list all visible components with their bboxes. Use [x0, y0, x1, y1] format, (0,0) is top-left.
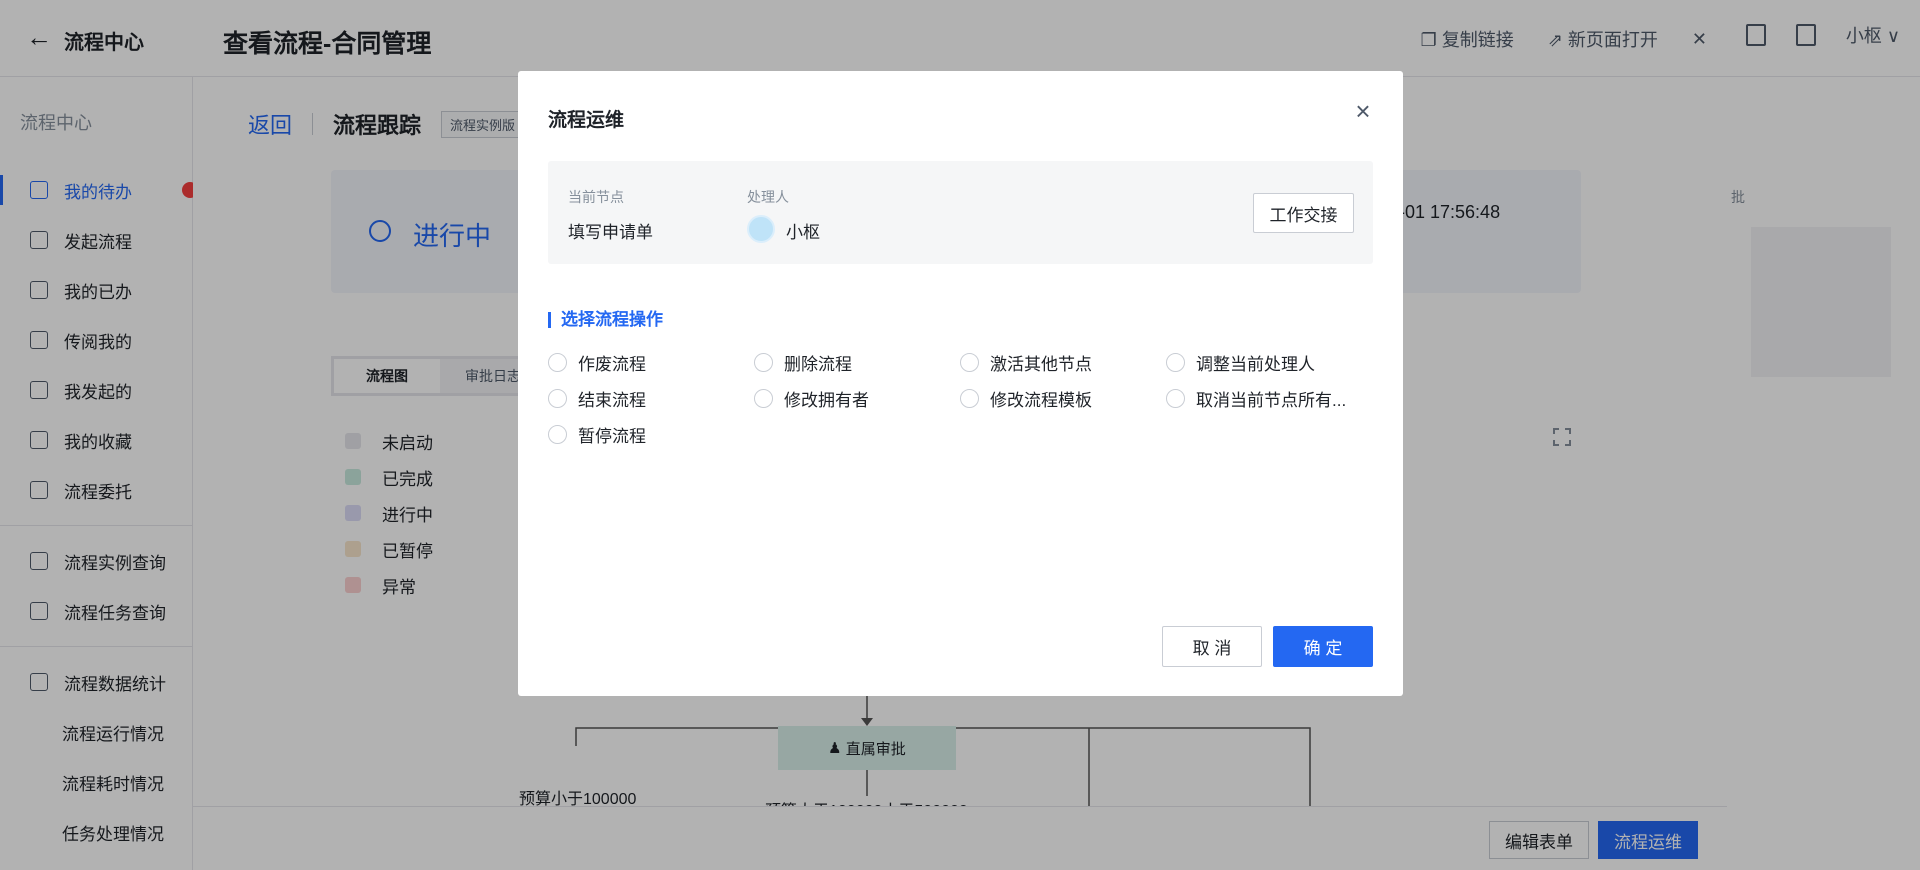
option-activate-other-node[interactable]: 激活其他节点 — [960, 351, 1166, 374]
section-title: 选择流程操作 — [548, 311, 663, 328]
option-adjust-handler[interactable]: 调整当前处理人 — [1166, 351, 1368, 374]
option-label: 作废流程 — [578, 354, 646, 374]
handler-value: 小枢 — [786, 223, 820, 242]
option-label: 修改流程模板 — [990, 390, 1092, 410]
radio[interactable] — [548, 388, 567, 408]
option-pause-process[interactable]: 暂停流程 — [548, 423, 754, 446]
process-ops-modal: 流程运维 × 当前节点 填写申请单 处理人 小枢 工作交接 选择流程操作 作废流… — [518, 71, 1403, 696]
option-end-process[interactable]: 结束流程 — [548, 387, 754, 410]
avatar — [747, 215, 775, 243]
current-node-info: 当前节点 填写申请单 处理人 小枢 工作交接 — [548, 161, 1373, 264]
cancel-button[interactable]: 取 消 — [1162, 626, 1262, 667]
radio[interactable] — [1166, 388, 1185, 408]
modal-title: 流程运维 — [548, 110, 625, 131]
radio[interactable] — [960, 352, 979, 372]
radio[interactable] — [754, 352, 773, 372]
handler-caption: 处理人 — [747, 189, 789, 205]
option-cancel-node-all[interactable]: 取消当前节点所有... — [1166, 387, 1368, 410]
current-node-value: 填写申请单 — [568, 223, 653, 242]
option-label: 激活其他节点 — [990, 354, 1092, 374]
work-handoff-button[interactable]: 工作交接 — [1253, 193, 1354, 233]
option-label: 调整当前处理人 — [1196, 354, 1315, 374]
option-void-process[interactable]: 作废流程 — [548, 351, 754, 374]
option-label: 结束流程 — [578, 390, 646, 410]
option-label: 修改拥有者 — [784, 390, 869, 410]
option-delete-process[interactable]: 删除流程 — [754, 351, 960, 374]
radio[interactable] — [754, 388, 773, 408]
radio[interactable] — [548, 424, 567, 444]
option-change-template[interactable]: 修改流程模板 — [960, 387, 1166, 410]
radio[interactable] — [1166, 352, 1185, 372]
option-change-owner[interactable]: 修改拥有者 — [754, 387, 960, 410]
radio[interactable] — [960, 388, 979, 408]
option-label: 取消当前节点所有... — [1196, 390, 1347, 410]
radio[interactable] — [548, 352, 567, 372]
current-node-caption: 当前节点 — [568, 189, 624, 205]
operation-options: 作废流程 删除流程 激活其他节点 调整当前处理人 结束流程 修改拥有者 修改流程… — [548, 351, 1368, 446]
option-label: 删除流程 — [784, 354, 852, 374]
confirm-button[interactable]: 确 定 — [1273, 626, 1373, 667]
close-icon[interactable]: × — [1351, 98, 1375, 124]
option-label: 暂停流程 — [578, 426, 646, 446]
